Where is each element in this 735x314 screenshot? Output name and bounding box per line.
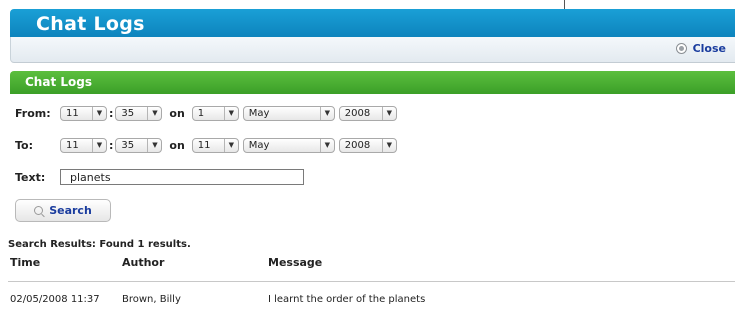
close-radio-icon	[675, 43, 687, 54]
chevron-down-icon: ▼	[381, 106, 396, 120]
from-row: From: 11 ▼ : 35 ▼ on 1 ▼ May ▼ 2008 ▼	[15, 104, 397, 122]
column-header-message: Message	[268, 256, 323, 269]
result-author: Brown, Billy	[122, 294, 181, 305]
from-hour-select[interactable]: 11 ▼	[60, 105, 107, 121]
time-separator: :	[109, 138, 114, 152]
to-month-select[interactable]: May ▼	[242, 137, 335, 153]
chevron-down-icon: ▼	[223, 106, 238, 120]
from-day-value: 1	[197, 107, 205, 119]
from-month-value: May	[248, 107, 270, 119]
close-label: Close	[692, 42, 726, 55]
time-separator: :	[109, 106, 114, 120]
column-header-author: Author	[122, 256, 165, 269]
window-title: Chat Logs	[36, 13, 145, 35]
from-label: From:	[15, 106, 51, 120]
to-label: To:	[15, 138, 33, 152]
from-year-value: 2008	[344, 107, 371, 119]
to-row: To: 11 ▼ : 35 ▼ on 11 ▼ May ▼ 2008 ▼	[15, 136, 397, 154]
window-toolbar: Close	[10, 37, 735, 63]
text-row: Text:	[15, 168, 304, 186]
to-on-label: on	[169, 138, 185, 152]
to-hour-select[interactable]: 11 ▼	[60, 137, 107, 153]
search-icon	[34, 206, 44, 215]
text-label: Text:	[15, 170, 46, 184]
to-month-value: May	[248, 139, 270, 151]
from-minute-value: 35	[121, 107, 135, 119]
result-time: 02/05/2008 11:37	[10, 294, 100, 305]
window-header: Chat Logs	[10, 9, 735, 37]
to-day-value: 11	[197, 139, 211, 151]
from-hour-value: 11	[66, 107, 79, 119]
chevron-down-icon: ▼	[319, 138, 334, 152]
from-year-select[interactable]: 2008 ▼	[338, 105, 397, 121]
text-search-input[interactable]	[60, 169, 304, 185]
chevron-down-icon: ▼	[92, 138, 106, 152]
divider-tick	[564, 0, 565, 9]
column-header-time: Time	[10, 256, 41, 269]
search-button-label: Search	[49, 204, 92, 217]
chevron-down-icon: ▼	[92, 106, 106, 120]
to-year-select[interactable]: 2008 ▼	[338, 137, 397, 153]
table-divider	[8, 281, 735, 282]
from-on-label: on	[169, 106, 185, 120]
top-strip	[0, 0, 735, 9]
from-day-select[interactable]: 1 ▼	[191, 105, 239, 121]
chevron-down-icon: ▼	[147, 138, 161, 152]
chevron-down-icon: ▼	[319, 106, 334, 120]
close-button[interactable]: Close	[675, 42, 726, 55]
to-year-value: 2008	[344, 139, 371, 151]
result-message: I learnt the order of the planets	[268, 294, 426, 305]
panel-title: Chat Logs	[25, 75, 92, 89]
to-minute-value: 35	[121, 139, 135, 151]
chevron-down-icon: ▼	[147, 106, 161, 120]
results-summary: Search Results: Found 1 results.	[8, 239, 191, 250]
panel-header: Chat Logs	[10, 71, 735, 94]
chevron-down-icon: ▼	[381, 138, 396, 152]
from-minute-select[interactable]: 35 ▼	[115, 105, 163, 121]
to-minute-select[interactable]: 35 ▼	[115, 137, 163, 153]
from-month-select[interactable]: May ▼	[242, 105, 335, 121]
search-button[interactable]: Search	[15, 199, 111, 222]
to-hour-value: 11	[66, 139, 79, 151]
to-day-select[interactable]: 11 ▼	[191, 137, 239, 153]
chevron-down-icon: ▼	[223, 138, 238, 152]
